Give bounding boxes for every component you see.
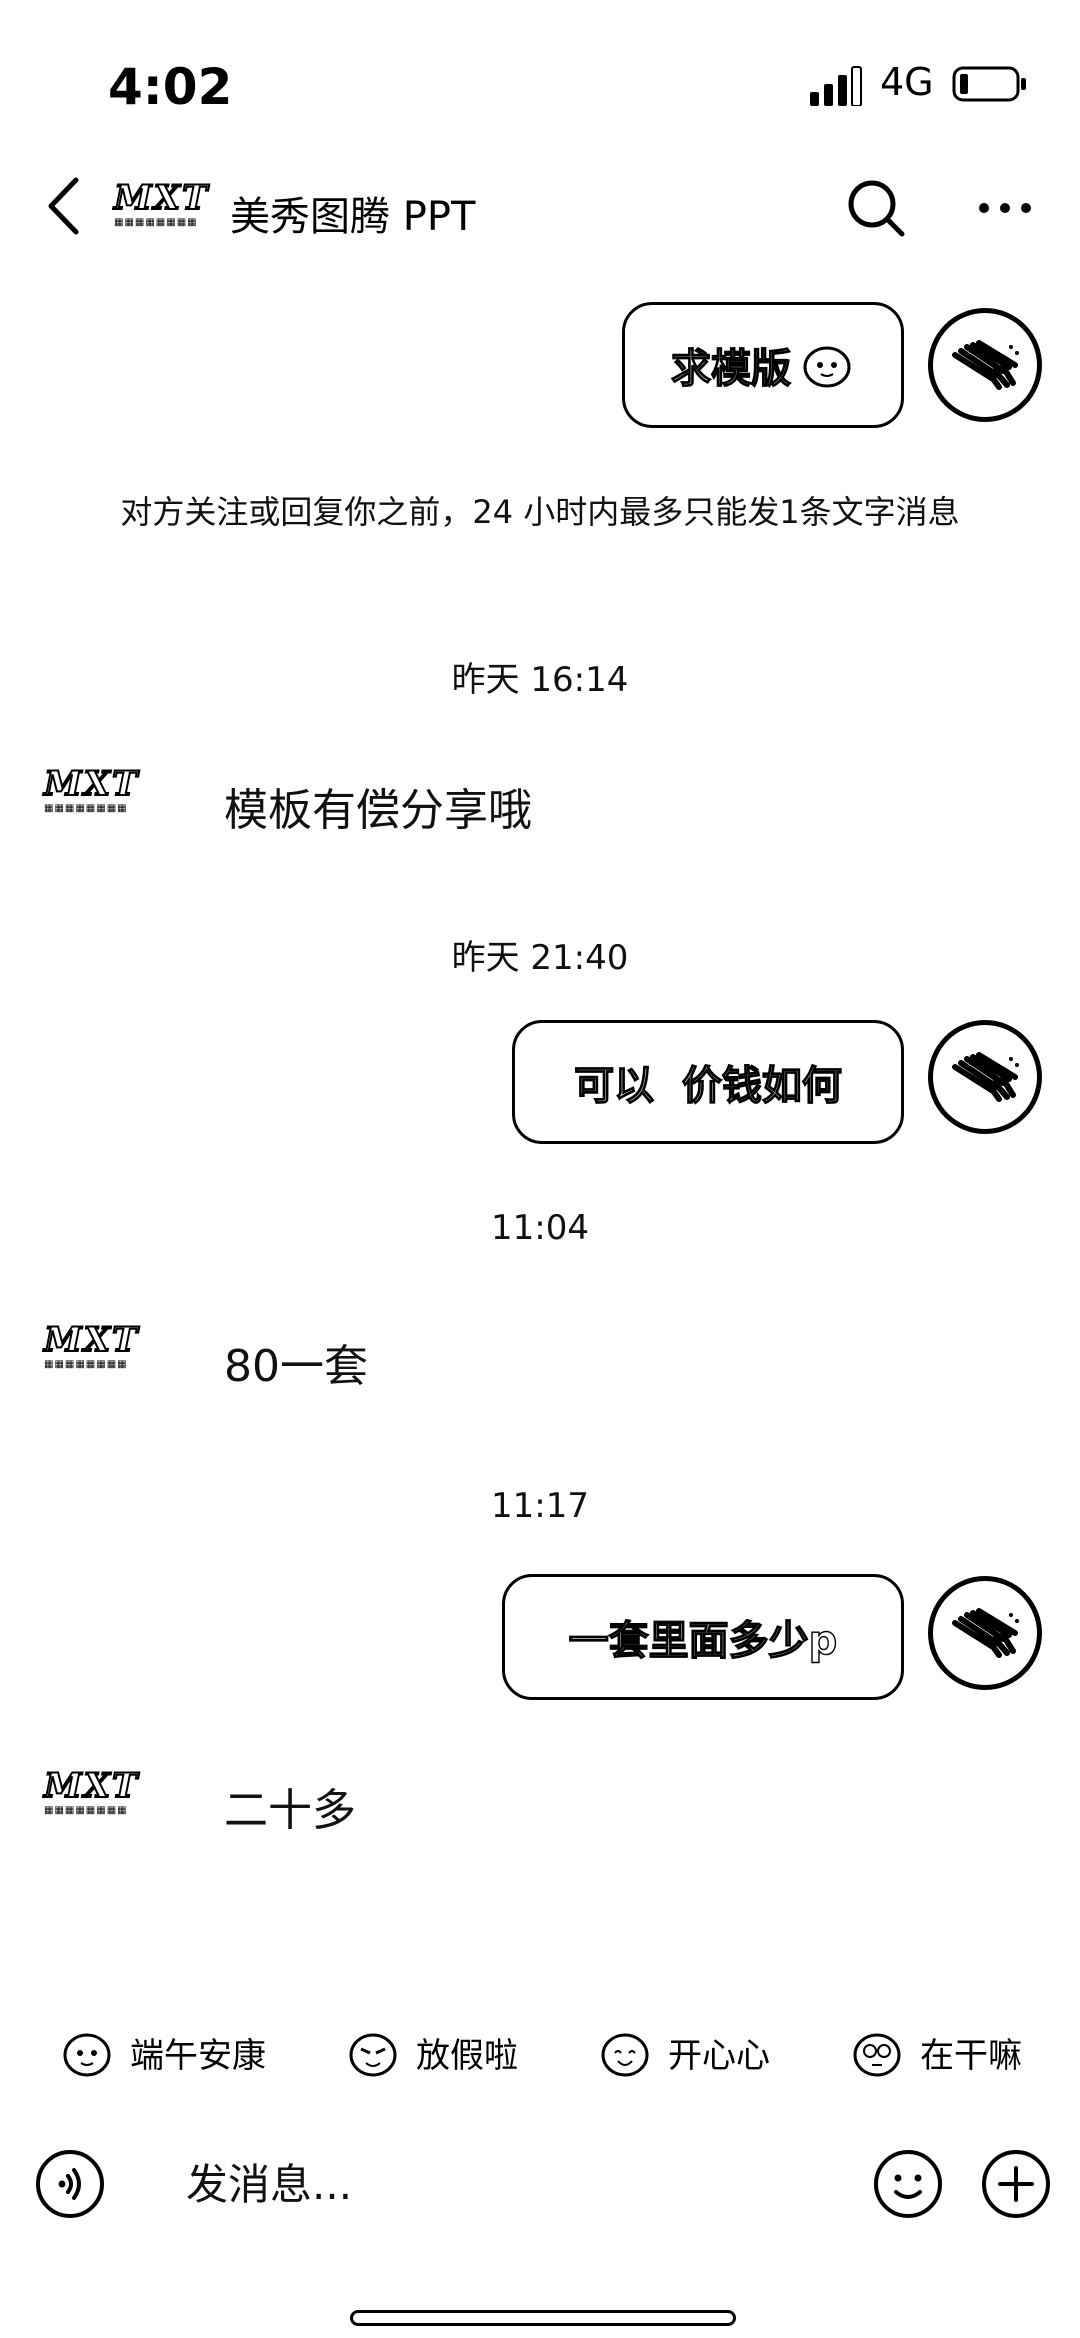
plus-icon[interactable] [980, 2148, 1052, 2220]
quick-reply[interactable]: 端午安康 [60, 2022, 266, 2082]
quick-reply[interactable]: 开心心 [598, 2022, 770, 2082]
avatar[interactable] [928, 1020, 1042, 1134]
message-text: 可以 价钱如何 [573, 1062, 842, 1109]
signal-icon [810, 66, 862, 106]
sticker-icon [63, 2033, 111, 2077]
timestamp: 11:04 [491, 1208, 589, 1248]
battery-icon [952, 66, 1026, 102]
quick-reply[interactable]: 放假啦 [346, 2022, 518, 2082]
message-text: 求模版 [670, 345, 791, 392]
message-text: 一套里面多少p [568, 1617, 838, 1664]
incoming-message[interactable]: 模板有偿分享哦 [224, 774, 532, 838]
smile-icon[interactable] [872, 2148, 944, 2220]
timestamp: 11:17 [491, 1486, 589, 1526]
contact-avatar[interactable]: MXT ▦▦▦▦▦▦▦▦ [43, 1767, 144, 1824]
quick-reply-label: 端午安康 [130, 2035, 266, 2076]
sticker-icon [349, 2033, 397, 2077]
quick-reply[interactable]: 在干嘛 [850, 2022, 1022, 2082]
search-icon[interactable] [846, 178, 906, 238]
contact-name[interactable]: 美秀图腾 PPT [230, 184, 475, 242]
quick-reply-label: 放假啦 [416, 2035, 518, 2076]
outgoing-message-bubble[interactable]: 求模版 [622, 302, 904, 428]
status-time: 4:02 [108, 58, 233, 116]
incoming-message[interactable]: 80一套 [224, 1330, 368, 1394]
timestamp: 昨天 16:14 [451, 660, 629, 700]
timestamp: 昨天 21:40 [451, 938, 629, 978]
avatar[interactable] [928, 308, 1042, 422]
incoming-message[interactable]: 二十多 [224, 1774, 356, 1838]
outgoing-message-bubble[interactable]: 可以 价钱如何 [512, 1020, 904, 1144]
contact-avatar[interactable]: MXT ▦▦▦▦▦▦▦▦ [43, 765, 144, 822]
network-label: 4G [880, 60, 934, 104]
sticker-icon [601, 2033, 649, 2077]
more-icon[interactable] [978, 190, 1032, 226]
contact-logo: MXT ▦▦▦▦▦▦▦▦ [113, 178, 210, 228]
system-notice: 对方关注或回复你之前，24 小时内最多只能发1条文字消息 [120, 493, 960, 531]
back-icon[interactable] [46, 176, 80, 236]
avatar[interactable] [928, 1576, 1042, 1690]
contact-avatar[interactable]: MXT ▦▦▦▦▦▦▦▦ [43, 1321, 144, 1378]
sticker-icon [803, 346, 851, 388]
home-indicator [350, 2310, 736, 2326]
quick-reply-label: 开心心 [668, 2035, 770, 2076]
message-input[interactable] [186, 2150, 746, 2218]
sticker-icon [853, 2033, 901, 2077]
outgoing-message-bubble[interactable]: 一套里面多少p [502, 1574, 904, 1700]
quick-reply-label: 在干嘛 [920, 2035, 1022, 2076]
voice-icon[interactable] [34, 2148, 106, 2220]
